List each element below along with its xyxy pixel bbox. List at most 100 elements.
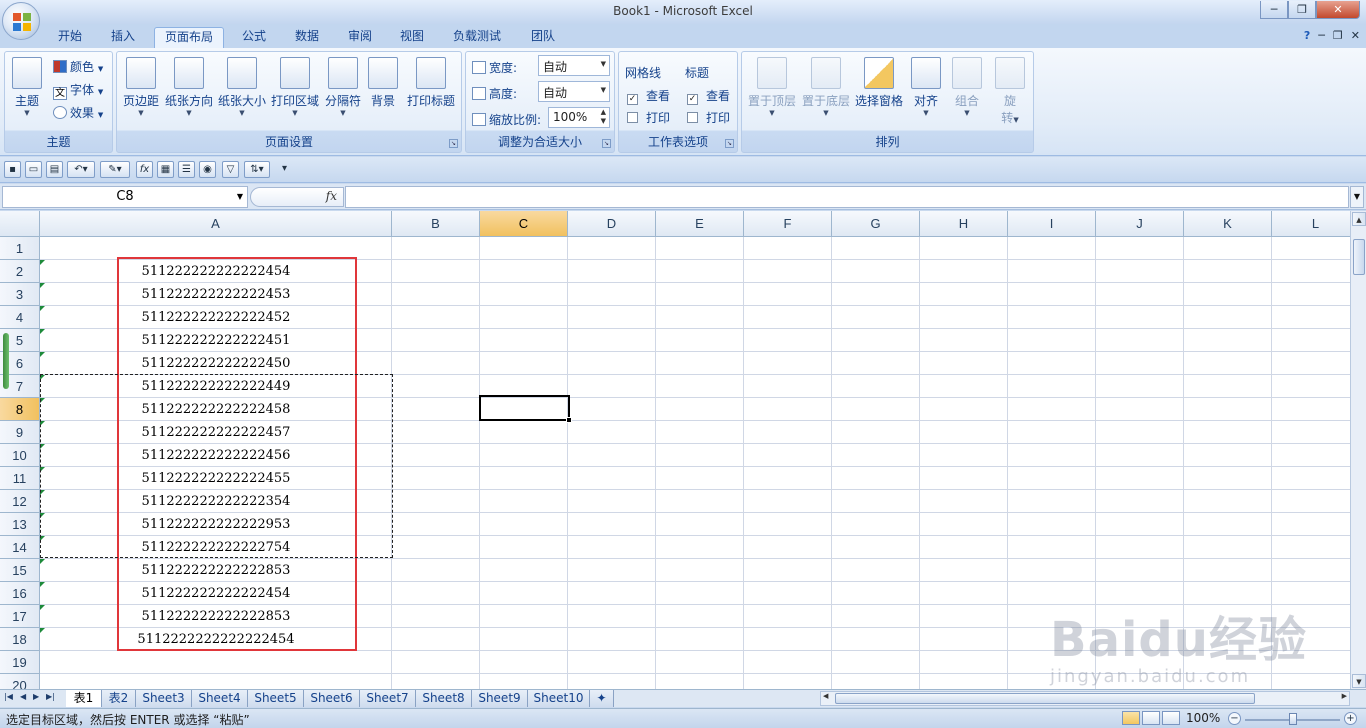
error-indicator-icon[interactable] [40, 260, 45, 265]
row-header-12[interactable]: 12 [0, 490, 40, 513]
error-indicator-icon[interactable] [40, 628, 45, 633]
row-header-1[interactable]: 1 [0, 237, 40, 260]
select-all-corner[interactable] [0, 211, 40, 237]
theme-effects-button[interactable]: 效果 ▼ [53, 104, 103, 121]
insert-function-button[interactable]: fx [326, 189, 337, 203]
chevron-down-icon[interactable]: ▼ [237, 187, 243, 207]
theme-colors-button[interactable]: 颜色 ▼ [53, 58, 103, 75]
vertical-scroll-thumb[interactable] [1353, 239, 1365, 275]
row-header-9[interactable]: 9 [0, 421, 40, 444]
align-button[interactable]: 对齐 ▼ [908, 55, 944, 117]
background-button[interactable]: 背景 [366, 55, 400, 109]
group-button[interactable]: 组合 ▼ [949, 55, 985, 117]
row-header-20[interactable]: 20 [0, 674, 40, 689]
sheet-tab-2[interactable]: Sheet3 [136, 690, 192, 707]
horizontal-scroll-thumb[interactable] [835, 693, 1255, 704]
sheet-tab-4[interactable]: Sheet5 [248, 690, 304, 707]
row-header-2[interactable]: 2 [0, 260, 40, 283]
row-header-14[interactable]: 14 [0, 536, 40, 559]
rotate-button[interactable]: 旋 转▼ [992, 55, 1028, 126]
tab-view[interactable]: 视图 [390, 27, 434, 48]
row-header-3[interactable]: 3 [0, 283, 40, 306]
prev-sheet-icon[interactable]: ◀ [20, 692, 26, 701]
row-header-11[interactable]: 11 [0, 467, 40, 490]
normal-view-icon[interactable] [1122, 711, 1140, 725]
zoom-in-icon[interactable]: + [1344, 712, 1357, 725]
scroll-right-icon[interactable]: ▶ [1342, 692, 1347, 700]
error-indicator-icon[interactable] [40, 582, 45, 587]
active-cell-c8[interactable] [479, 395, 572, 423]
column-header-j[interactable]: J [1096, 211, 1184, 237]
row-header-13[interactable]: 13 [0, 513, 40, 536]
error-indicator-icon[interactable] [40, 605, 45, 610]
first-sheet-icon[interactable]: |◀ [4, 692, 13, 701]
error-indicator-icon[interactable] [40, 283, 45, 288]
headings-print-checkbox[interactable]: 打印 [687, 109, 730, 126]
ribbon-restore-icon[interactable]: ❐ [1333, 29, 1343, 42]
gridlines-view-checkbox[interactable]: ✓ 查看 [627, 87, 670, 105]
row-header-18[interactable]: 18 [0, 628, 40, 651]
column-header-h[interactable]: H [920, 211, 1008, 237]
zoom-spinner[interactable]: 100% ▲ ▼ [548, 107, 610, 128]
scroll-up-icon[interactable]: ▲ [1352, 212, 1366, 226]
width-select[interactable]: 自动 ▼ [538, 55, 610, 76]
page-layout-view-icon[interactable] [1142, 711, 1160, 725]
restore-button[interactable]: ❐ [1288, 1, 1316, 19]
sheet-tab-1[interactable]: 表2 [102, 690, 136, 707]
column-header-g[interactable]: G [832, 211, 920, 237]
column-header-l[interactable]: L [1272, 211, 1350, 237]
print-preview-icon[interactable]: ▤ [46, 161, 63, 178]
column-header-d[interactable]: D [568, 211, 656, 237]
insert-function-icon[interactable]: fx [136, 161, 153, 178]
dialog-launcher-icon[interactable]: ↘ [725, 139, 734, 148]
help-icon[interactable]: ? [1304, 29, 1310, 42]
spinner-arrows-icon[interactable]: ▲ ▼ [601, 108, 606, 126]
headings-view-checkbox[interactable]: ✓ 查看 [687, 87, 730, 105]
zoom-level[interactable]: 100% [1186, 711, 1220, 725]
last-sheet-icon[interactable]: ▶| [46, 692, 55, 701]
zoom-out-icon[interactable]: − [1228, 712, 1241, 725]
sheet-tab-0[interactable]: 表1 [66, 690, 102, 707]
print-area-button[interactable]: 打印区域 ▼ [269, 55, 321, 117]
breaks-button[interactable]: 分隔符 ▼ [322, 55, 364, 117]
minimize-button[interactable]: ─ [1260, 1, 1288, 19]
tab-load-test[interactable]: 负载测试 [443, 27, 511, 48]
themes-button[interactable]: 主题 ▼ [9, 55, 45, 117]
expand-formula-bar-icon[interactable]: ▼ [1350, 186, 1364, 208]
ribbon-close-icon[interactable]: ✕ [1351, 29, 1360, 42]
borders-icon[interactable]: ▦ [157, 161, 174, 178]
tab-review[interactable]: 审阅 [338, 27, 382, 48]
tab-insert[interactable]: 插入 [101, 27, 145, 48]
sort-icon[interactable]: ⇅▾ [244, 161, 270, 178]
column-header-k[interactable]: K [1184, 211, 1272, 237]
margins-button[interactable]: 页边距 ▼ [119, 55, 163, 117]
customize-qat-icon[interactable]: ▾ [276, 161, 293, 178]
row-header-16[interactable]: 16 [0, 582, 40, 605]
bring-to-front-button[interactable]: 置于顶层 ▼ [746, 55, 798, 117]
sheet-tab-9[interactable]: Sheet10 [528, 690, 590, 707]
tab-data[interactable]: 数据 [285, 27, 329, 48]
error-indicator-icon[interactable] [40, 352, 45, 357]
vertical-scrollbar[interactable]: ▲ ▼ [1350, 211, 1366, 689]
error-indicator-icon[interactable] [40, 559, 45, 564]
filter-icon[interactable]: ▽ [222, 161, 239, 178]
open-folder-icon[interactable]: ▭ [25, 161, 42, 178]
tab-page-layout[interactable]: 页面布局 [154, 27, 225, 48]
format-painter-icon[interactable]: ✎▾ [100, 161, 130, 178]
next-sheet-icon[interactable]: ▶ [33, 692, 39, 701]
sheet-tab-8[interactable]: Sheet9 [472, 690, 528, 707]
height-select[interactable]: 自动 ▼ [538, 81, 610, 102]
column-header-e[interactable]: E [656, 211, 744, 237]
row-header-4[interactable]: 4 [0, 306, 40, 329]
row-header-19[interactable]: 19 [0, 651, 40, 674]
scroll-down-icon[interactable]: ▼ [1352, 674, 1366, 688]
column-header-a[interactable]: A [40, 211, 392, 237]
tab-formulas[interactable]: 公式 [232, 27, 276, 48]
insert-sheet-icon[interactable]: ✦ [590, 690, 614, 707]
formula-input[interactable] [345, 186, 1349, 208]
error-indicator-icon[interactable] [40, 306, 45, 311]
sheet-tab-3[interactable]: Sheet4 [192, 690, 248, 707]
tab-home[interactable]: 开始 [48, 27, 92, 48]
rows-icon[interactable]: ☰ [178, 161, 195, 178]
column-header-b[interactable]: B [392, 211, 480, 237]
